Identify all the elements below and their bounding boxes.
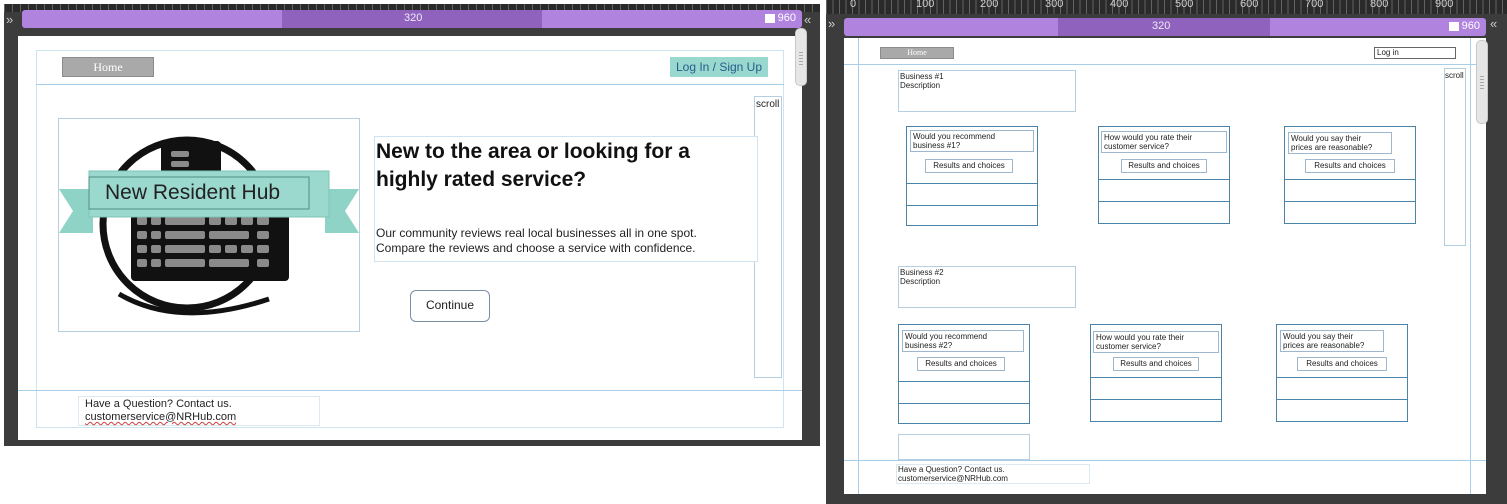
breakpoint-960-indicator[interactable]: 960 — [1448, 20, 1480, 32]
results-choices[interactable]: Results and choices — [1297, 357, 1387, 371]
empty-placeholder-box — [898, 434, 1030, 460]
login-button[interactable]: Log in — [1374, 47, 1456, 59]
vertical-scrollbar[interactable] — [795, 28, 807, 86]
home-button[interactable]: Home — [880, 47, 954, 59]
home-button[interactable]: Home — [62, 57, 154, 77]
footer-email-link[interactable]: customerservice@NRHub.com — [898, 474, 1008, 483]
page-canvas: Home Log in scroll Business #1 Descripti… — [844, 38, 1486, 494]
breakpoint-bar[interactable]: 320 960 — [22, 10, 802, 28]
continue-button[interactable]: Continue — [410, 290, 490, 322]
logo-frame: New Resident Hub — [58, 118, 360, 332]
page-canvas: Home Log In / Sign Up scroll New Residen… — [18, 36, 802, 440]
breakpoint-bar[interactable]: 320 960 — [844, 18, 1486, 36]
footer-contact: Have a Question? Contact us. customerser… — [898, 465, 1008, 483]
logo-text: New Resident Hub — [105, 181, 281, 204]
collapse-right-icon[interactable]: « — [804, 12, 811, 27]
handle-icon — [1448, 21, 1459, 31]
login-signup-button[interactable]: Log In / Sign Up — [670, 57, 768, 77]
hero-headline: New to the area or looking for a highly … — [376, 140, 690, 191]
collapse-right-icon[interactable]: « — [1490, 16, 1497, 31]
business-1-card[interactable]: Business #1 Description — [898, 70, 1076, 112]
business-2-card[interactable]: Business #2 Description — [898, 266, 1076, 308]
question-box-recommend-1[interactable]: Would you recommend business #1? Results … — [906, 126, 1038, 226]
hero-description: Our community reviews real local busines… — [376, 226, 697, 255]
business-2-description: Description — [900, 277, 941, 286]
results-choices[interactable]: Results and choices — [1305, 159, 1395, 173]
vertical-scrollbar[interactable] — [1476, 40, 1488, 124]
footer-contact: Have a Question? Contact us. customerser… — [85, 398, 237, 424]
business-1-title: Business #1 — [900, 72, 944, 81]
results-choices[interactable]: Results and choices — [1113, 357, 1199, 371]
ruler: 0 100 200 300 400 500 600 700 800 900 — [826, 0, 1507, 14]
question-box-prices-1[interactable]: Would you say their prices are reasonable… — [1284, 126, 1416, 224]
breakpoint-960-indicator[interactable]: 960 — [764, 12, 796, 24]
results-choices[interactable]: Results and choices — [925, 159, 1013, 173]
footer-email-link[interactable]: customerservice@NRHub.com — [85, 411, 236, 424]
scroll-region[interactable]: scroll — [1444, 68, 1466, 246]
question-box-service-2[interactable]: How would you rate their customer service… — [1090, 324, 1222, 422]
right-editor-panel: 0 100 200 300 400 500 600 700 800 900 » … — [826, 0, 1507, 504]
business-1-description: Description — [900, 81, 941, 90]
logo-image — [59, 136, 359, 316]
question-box-service-1[interactable]: How would you rate their customer service… — [1098, 126, 1230, 224]
breakpoint-label: 320 — [404, 12, 423, 24]
collapse-left-icon[interactable]: » — [6, 12, 13, 27]
question-box-recommend-2[interactable]: Would you recommend business #2? Results … — [898, 324, 1030, 424]
collapse-left-icon[interactable]: » — [828, 16, 835, 31]
handle-icon — [764, 13, 775, 23]
scroll-region[interactable]: scroll — [754, 96, 782, 378]
left-editor-panel: » 320 960 « Home Log In / Sign Up scroll — [4, 4, 820, 446]
results-choices[interactable]: Results and choices — [1121, 159, 1207, 173]
business-2-title: Business #2 — [900, 268, 944, 277]
results-choices[interactable]: Results and choices — [917, 357, 1005, 371]
question-box-prices-2[interactable]: Would you say their prices are reasonable… — [1276, 324, 1408, 422]
breakpoint-label: 320 — [1152, 20, 1171, 32]
